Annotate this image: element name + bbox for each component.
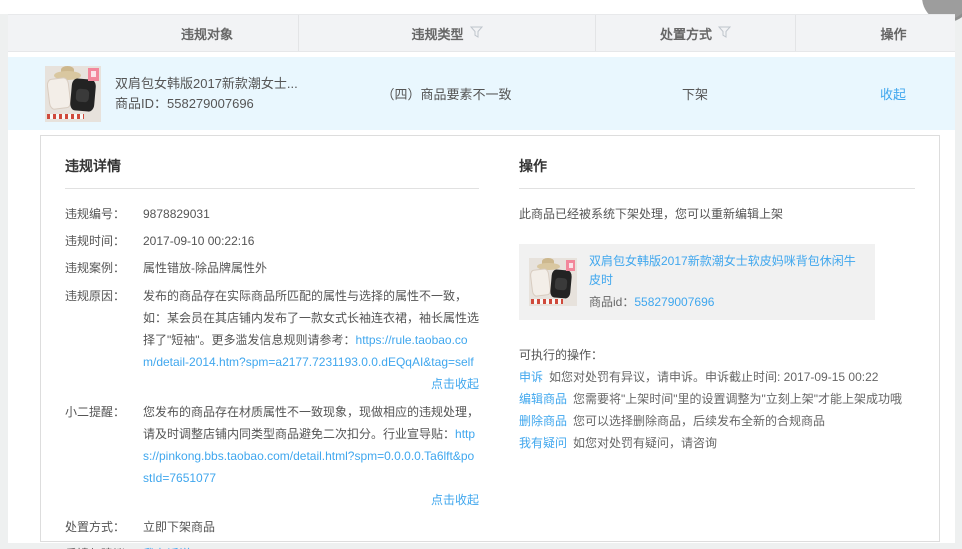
field-value: 您发布的商品存在材质属性不一致现象，现做相应的违规处理，请及时调整店铺内同类型商…	[143, 401, 479, 511]
image-badge	[88, 68, 99, 81]
action-description: 如您对处罚有疑问，请咨询	[573, 436, 717, 450]
action-description: 您可以选择删除商品，后续发布全新的合规商品	[573, 414, 825, 428]
violation-detail-section: 违规详情 违规编号： 9878829031 违规时间： 2017-09-10 0…	[65, 152, 479, 541]
violation-type-cell: （四）商品要素不一致	[298, 84, 595, 103]
column-header-operation: 操作	[795, 15, 955, 51]
white-backpack-shape	[530, 267, 552, 296]
section-title-operation: 操作	[519, 152, 915, 189]
card-product-id-label: 商品id：	[589, 295, 634, 309]
table-header: 违规对象 违规类型 处置方式 操作	[8, 14, 955, 52]
image-badge	[566, 260, 575, 271]
operation-cell: 收起	[795, 84, 955, 103]
column-header-disposal: 处置方式	[595, 15, 795, 51]
page-background-strip	[955, 14, 962, 549]
disposal-value: 下架	[682, 84, 708, 103]
field-label: 违规编号：	[65, 201, 143, 228]
column-header-violation-type: 违规类型	[298, 15, 595, 51]
action-description: 您需要将"上架时间"里的设置调整为"立刻上架"才能上架成功哦	[573, 392, 902, 406]
collapse-reminder-link[interactable]: 点击收起	[143, 489, 479, 511]
product-thumbnail	[45, 66, 101, 122]
violation-management-page: 违规对象 违规类型 处置方式 操作 双肩包女韩版2017新款潮女士..	[0, 0, 962, 549]
system-notice: 此商品已经被系统下架处理，您可以重新编辑上架	[519, 205, 915, 222]
action-row-edit-product: 编辑商品您需要将"上架时间"里的设置调整为"立刻上架"才能上架成功哦	[519, 388, 915, 410]
field-violation-reason: 违规原因： 发布的商品存在实际商品所匹配的属性与选择的属性不一致，如：某会员在其…	[65, 282, 479, 398]
field-label: 违规案例：	[65, 255, 143, 282]
card-product-id-value: 558279007696	[634, 295, 714, 309]
column-header-label: 违规类型	[411, 24, 463, 43]
product-title: 双肩包女韩版2017新款潮女士...	[115, 74, 298, 94]
question-link[interactable]: 我有疑问	[519, 436, 567, 450]
black-backpack-shape	[69, 78, 95, 112]
field-value: 属性错放-除品牌属性外	[143, 255, 479, 282]
white-backpack-shape	[46, 77, 72, 111]
page-background-strip	[0, 14, 8, 549]
field-violation-time: 违规时间： 2017-09-10 00:22:16	[65, 228, 479, 255]
violation-object-cell: 双肩包女韩版2017新款潮女士... 商品ID：558279007696	[8, 66, 298, 122]
product-id-line: 商品ID：558279007696	[115, 94, 298, 114]
column-header-label: 处置方式	[660, 24, 712, 43]
column-header-violation-object: 违规对象	[8, 15, 298, 51]
field-value: 立即下架商品	[143, 514, 479, 541]
appeal-link[interactable]: 申诉	[519, 370, 543, 384]
product-id-label: 商品ID：	[115, 96, 167, 111]
filter-icon[interactable]	[718, 26, 731, 41]
field-value: 发布的商品存在实际商品所匹配的属性与选择的属性不一致，如：某会员在其店铺内发布了…	[143, 285, 479, 395]
operation-section: 操作 此商品已经被系统下架处理，您可以重新编辑上架 双肩包女韩版2017新款潮女…	[519, 152, 915, 541]
collapse-reason-link[interactable]: 点击收起	[143, 373, 479, 395]
violation-detail-panel: 违规详情 违规编号： 9878829031 违规时间： 2017-09-10 0…	[40, 135, 940, 542]
card-product-title-link[interactable]: 双肩包女韩版2017新款潮女士软皮妈咪背包休闲牛皮时	[589, 254, 856, 287]
field-value: 9878829031	[143, 201, 479, 228]
filter-icon[interactable]	[470, 26, 483, 41]
card-product-id-line: 商品id：558279007696	[589, 293, 865, 312]
product-id-value: 558279007696	[167, 96, 254, 111]
edit-product-link[interactable]: 编辑商品	[519, 392, 567, 406]
product-thumbnail	[529, 258, 577, 306]
delete-product-link[interactable]: 删除商品	[519, 414, 567, 428]
field-label: 违规原因：	[65, 285, 143, 395]
action-description: 如您对处罚有异议，请申诉。申诉截止时间: 2017-09-15 00:22	[549, 370, 878, 384]
action-row-question: 我有疑问如您对处罚有疑问，请咨询	[519, 432, 915, 454]
field-violation-number: 违规编号： 9878829031	[65, 201, 479, 228]
field-disposal-method: 处置方式： 立即下架商品	[65, 514, 479, 541]
field-label: 反馈与建议：	[65, 541, 143, 549]
column-header-label: 操作	[880, 24, 906, 43]
product-card: 双肩包女韩版2017新款潮女士软皮妈咪背包休闲牛皮时 商品id：55827900…	[519, 244, 875, 320]
image-price-strip	[531, 299, 563, 303]
field-label: 小二提醒：	[65, 401, 143, 511]
violation-fields: 违规编号： 9878829031 违规时间： 2017-09-10 00:22:…	[65, 201, 479, 549]
field-violation-case: 违规案例： 属性错放-除品牌属性外	[65, 255, 479, 282]
column-header-label: 违规对象	[181, 24, 233, 43]
field-staff-reminder: 小二提醒： 您发布的商品存在材质属性不一致现象，现做相应的违规处理，请及时调整店…	[65, 398, 479, 514]
disposal-cell: 下架	[595, 84, 795, 103]
action-row-delete-product: 删除商品您可以选择删除商品，后续发布全新的合规商品	[519, 410, 915, 432]
executable-actions-title: 可执行的操作：	[519, 344, 915, 366]
product-info: 双肩包女韩版2017新款潮女士... 商品ID：558279007696	[115, 74, 298, 114]
field-feedback: 反馈与建议： 我有话说	[65, 541, 479, 549]
reminder-text: 您发布的商品存在材质属性不一致现象，现做相应的违规处理，请及时调整店铺内同类型商…	[143, 405, 479, 441]
field-value: 我有话说	[143, 541, 479, 549]
column-gap	[479, 152, 519, 541]
image-price-strip	[47, 114, 84, 119]
card-product-info: 双肩包女韩版2017新款潮女士软皮妈咪背包休闲牛皮时 商品id：55827900…	[589, 252, 865, 312]
field-label: 处置方式：	[65, 514, 143, 541]
action-row-appeal: 申诉如您对处罚有异议，请申诉。申诉截止时间: 2017-09-15 00:22	[519, 366, 915, 388]
field-value: 2017-09-10 00:22:16	[143, 228, 479, 255]
black-backpack-shape	[550, 269, 573, 298]
section-title-violation-detail: 违规详情	[65, 152, 479, 189]
violation-table-row: 双肩包女韩版2017新款潮女士... 商品ID：558279007696 （四）…	[8, 57, 955, 130]
collapse-row-link[interactable]: 收起	[880, 84, 906, 103]
field-label: 违规时间：	[65, 228, 143, 255]
violation-type-value: （四）商品要素不一致	[381, 84, 511, 103]
